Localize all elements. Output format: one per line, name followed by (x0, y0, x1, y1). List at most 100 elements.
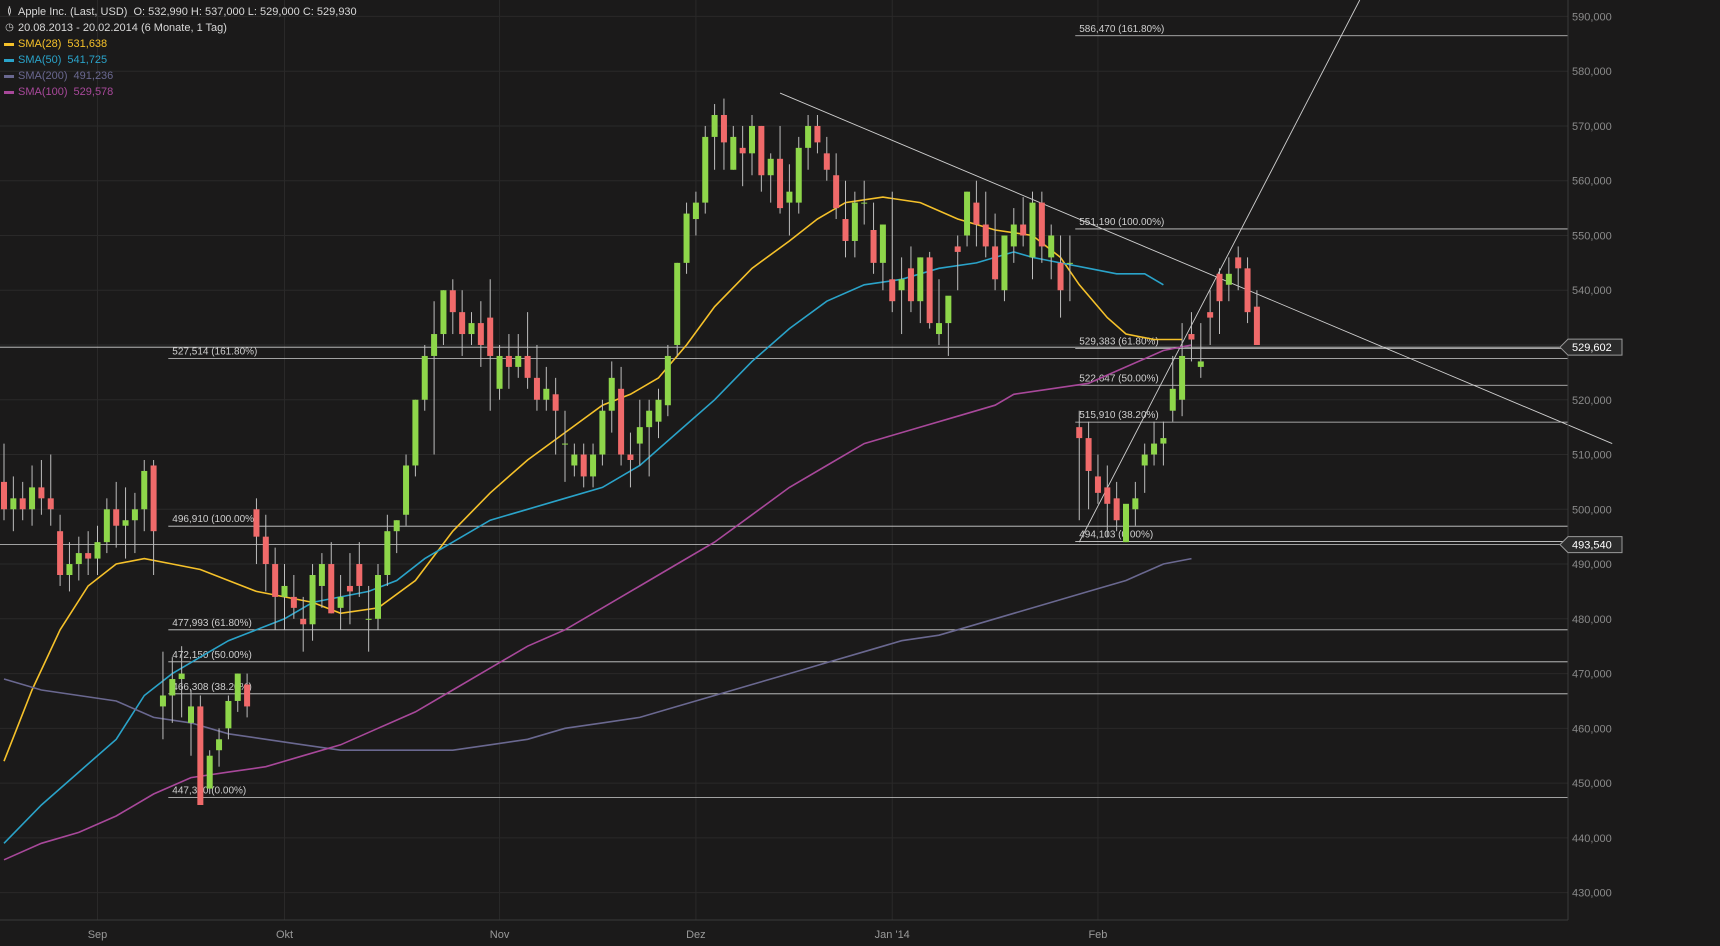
candle-up (1225, 273, 1232, 285)
candle-up (1160, 438, 1167, 444)
candle-up (936, 323, 942, 335)
candle-up (94, 542, 101, 559)
legend-sma28[interactable]: SMA(28) 531,638 (4, 36, 357, 52)
candle-down (300, 618, 307, 625)
candle-down (926, 257, 933, 324)
candle-up (309, 575, 316, 625)
candle-up (692, 202, 699, 220)
candle-up (281, 585, 288, 597)
candle-up (805, 125, 812, 148)
candle-down (1253, 306, 1260, 345)
candle-up (393, 520, 400, 532)
ohlc-values: O: 532,990 H: 537,000 L: 529,000 C: 529,… (133, 6, 357, 18)
sma28-label: SMA(28) (18, 38, 62, 50)
candle-up (664, 355, 671, 406)
candle-up (767, 158, 774, 176)
y-tick-label: 570,000 (1572, 121, 1612, 133)
candle-up (851, 202, 858, 241)
sma100-value: 529,578 (73, 86, 114, 98)
candle-up (1197, 361, 1204, 367)
fib-level-label: 472,150 (50.00%) (172, 650, 252, 661)
fib-level-label: 496,910 (100.00%) (172, 514, 257, 525)
candle-down (1244, 268, 1251, 313)
price-chart[interactable]: 586,470 (161.80%)551,190 (100.00%)529,38… (0, 0, 1720, 946)
candle-down (85, 553, 92, 559)
y-tick-label: 500,000 (1572, 504, 1612, 516)
candle-down (552, 394, 559, 411)
sma-line (3, 344, 1192, 861)
candle-up (571, 454, 578, 466)
sma200-swatch (4, 74, 14, 78)
y-tick-label: 560,000 (1572, 176, 1612, 188)
y-tick-label: 520,000 (1572, 395, 1612, 407)
candle-down (477, 323, 484, 345)
candle-down (449, 290, 456, 313)
candle-down (505, 355, 512, 367)
sma200-value: 491,236 (73, 70, 114, 82)
instrument-title: Apple Inc. (Last, USD) (18, 6, 128, 18)
candle-up (66, 564, 73, 575)
candle-down (1, 481, 7, 510)
candle-up (917, 257, 924, 302)
candle-down (973, 202, 980, 225)
candle-down (889, 279, 896, 302)
x-tick-label: Nov (490, 929, 510, 941)
sma50-label: SMA(50) (18, 54, 62, 66)
candle-down (1104, 487, 1111, 504)
candle-up (646, 410, 653, 428)
candle-up (879, 224, 886, 263)
y-tick-label: 580,000 (1572, 66, 1612, 78)
candles (1, 98, 1260, 805)
candle-up (711, 115, 718, 137)
price-tag-label: 529,602 (1572, 342, 1612, 354)
candle-up (786, 191, 793, 203)
candle-down (356, 564, 363, 586)
candle-down (524, 355, 531, 378)
candle-up (749, 125, 755, 154)
y-tick-label: 490,000 (1572, 559, 1612, 571)
candle-up (234, 673, 241, 701)
candle-up (861, 202, 868, 204)
trendline (779, 92, 1613, 444)
candle-down (1113, 498, 1120, 521)
candle-up (562, 443, 568, 445)
candle-up (1179, 355, 1186, 400)
candle-up (1151, 443, 1158, 455)
y-tick-label: 450,000 (1572, 778, 1612, 790)
candle-down (823, 153, 830, 170)
candle-up (964, 191, 971, 236)
candle-down (720, 115, 727, 143)
candle-up (188, 706, 194, 723)
grid (0, 0, 1568, 920)
candle-up (468, 323, 475, 335)
chart-legend: ≬ Apple Inc. (Last, USD) O: 532,990 H: 5… (4, 4, 357, 100)
y-tick-label: 430,000 (1572, 888, 1612, 900)
legend-sma50[interactable]: SMA(50) 541,725 (4, 52, 357, 68)
candle-up (898, 279, 905, 291)
candle-up (206, 755, 213, 789)
legend-sma100[interactable]: SMA(100) 529,578 (4, 84, 357, 100)
sma100-swatch (4, 90, 14, 94)
candle-up (403, 465, 410, 515)
candle-up (1169, 388, 1176, 411)
candle-down (1038, 202, 1045, 247)
candle-down (346, 585, 353, 592)
candle-up (702, 136, 709, 203)
legend-sma200[interactable]: SMA(200) 491,236 (4, 68, 357, 84)
candle-up (440, 290, 447, 335)
candle-down (533, 377, 540, 400)
y-tick-label: 440,000 (1572, 833, 1612, 845)
candle-down (1188, 334, 1195, 340)
candle-down (19, 498, 26, 510)
candle-down (580, 454, 587, 477)
price-tag-label: 493,540 (1572, 540, 1612, 552)
y-tick-label: 480,000 (1572, 614, 1612, 626)
y-tick-label: 470,000 (1572, 669, 1612, 681)
candle-up (159, 695, 166, 707)
candle-up (318, 564, 325, 586)
candle-down (253, 509, 260, 537)
candle-down (113, 509, 120, 526)
candle-down (57, 531, 64, 575)
candle-down (1235, 257, 1242, 269)
candle-up (178, 673, 185, 680)
